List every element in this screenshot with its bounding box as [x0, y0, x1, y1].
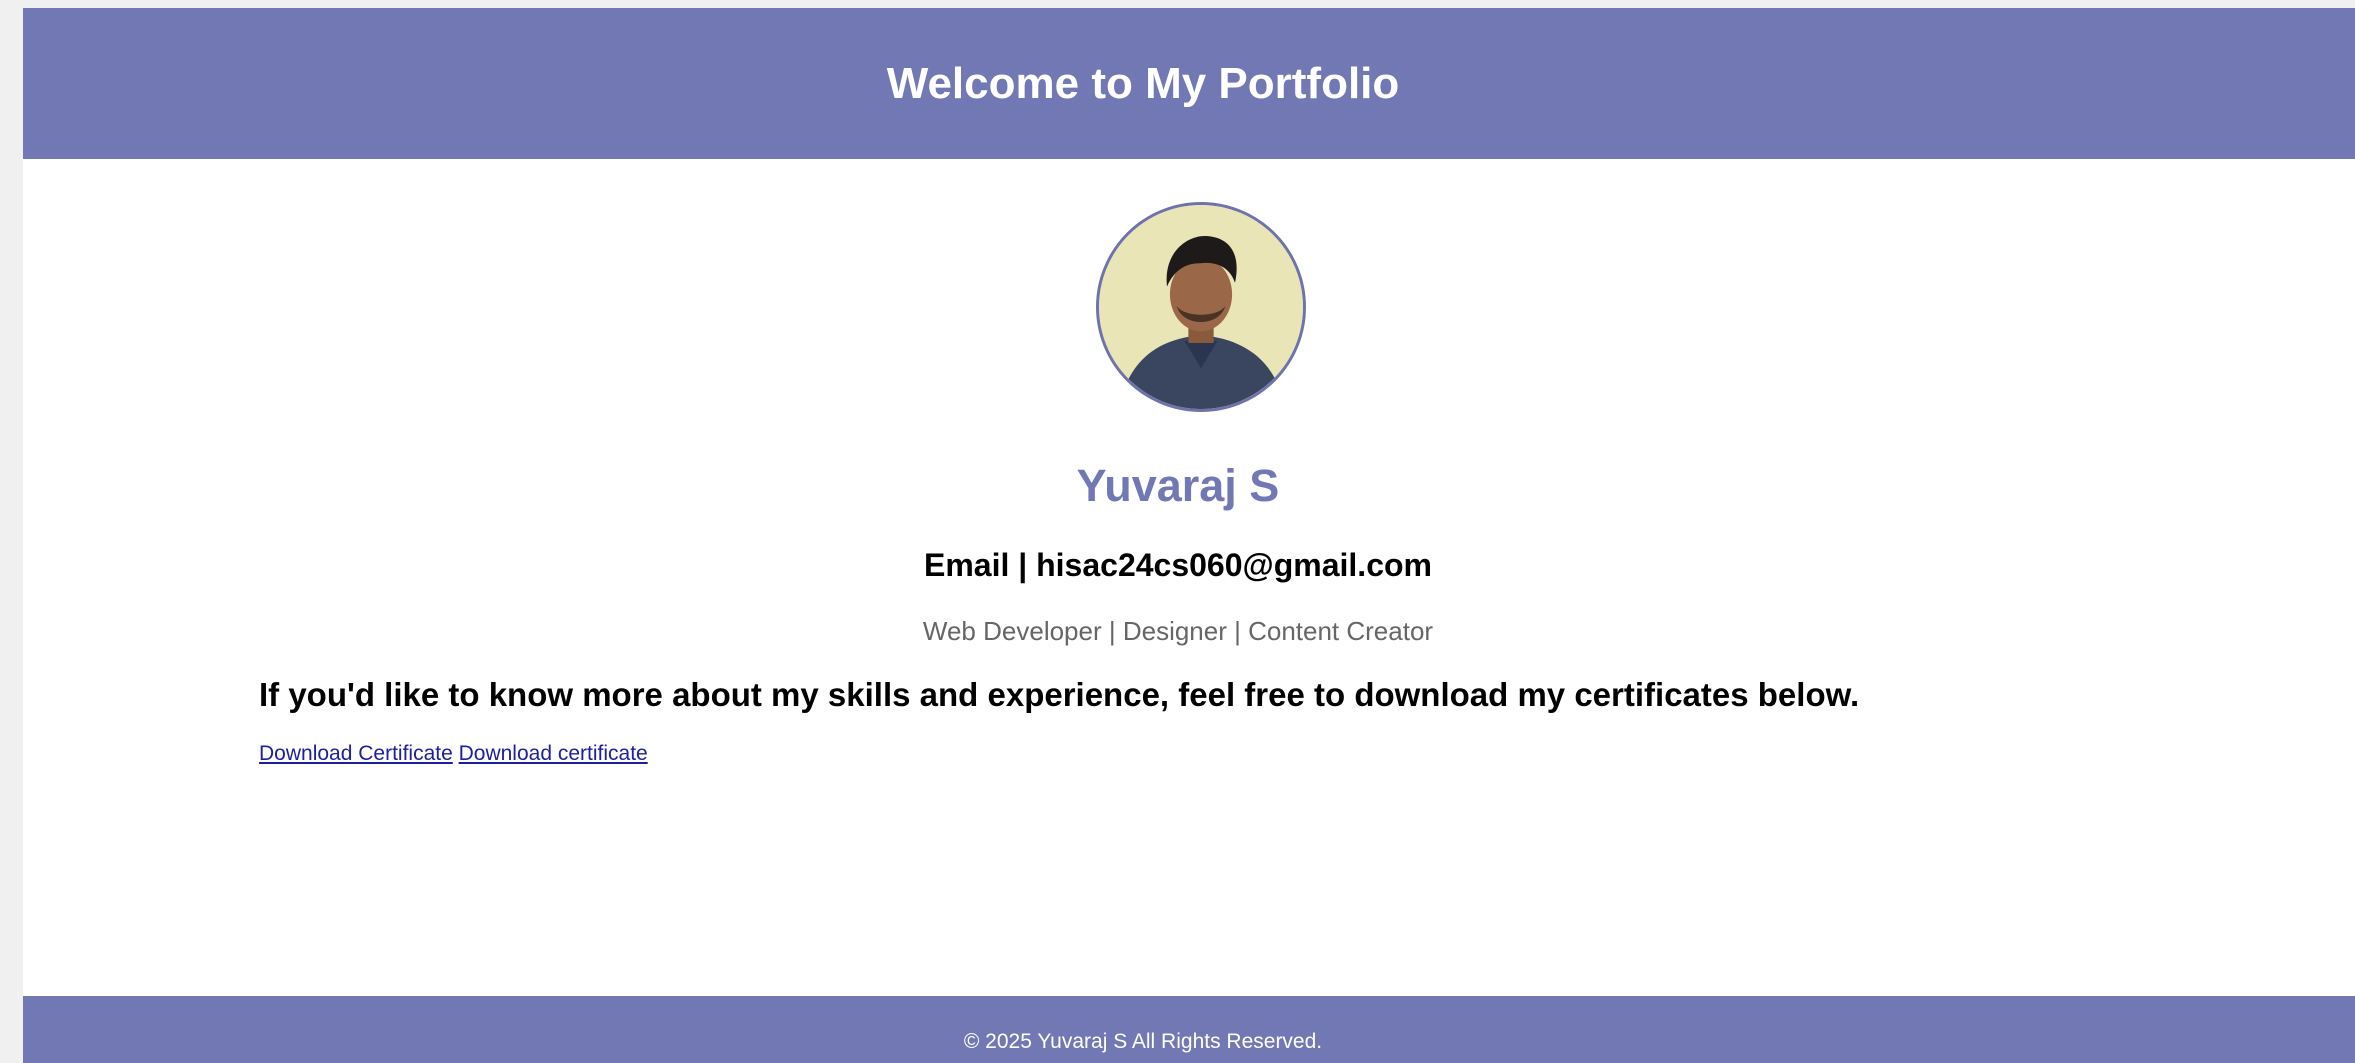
roles-subtitle: Web Developer | Designer | Content Creat…	[922, 616, 1434, 646]
certificates-intro: If you'd like to know more about my skil…	[259, 676, 1860, 713]
profile-name: Yuvaraj S	[1076, 460, 1280, 511]
certificate-links: Download Certificate Download certificat…	[259, 742, 648, 766]
portfolio-page: Welcome to My Portfolio Yuvaraj S Email …	[23, 8, 2355, 1063]
page-title: Welcome to My Portfolio	[886, 58, 1400, 108]
avatar	[1096, 202, 1306, 412]
profile-photo-icon	[1099, 205, 1303, 409]
email-line: Email | hisac24cs060@gmail.com	[924, 547, 1432, 583]
site-header: Welcome to My Portfolio	[23, 8, 2355, 159]
site-footer: © 2025 Yuvaraj S All Rights Reserved.	[23, 996, 2355, 1063]
download-certificate-link-2[interactable]: Download certificate	[459, 742, 648, 765]
download-certificate-link-1[interactable]: Download Certificate	[259, 742, 453, 765]
copyright-text: © 2025 Yuvaraj S All Rights Reserved.	[963, 1029, 1323, 1053]
